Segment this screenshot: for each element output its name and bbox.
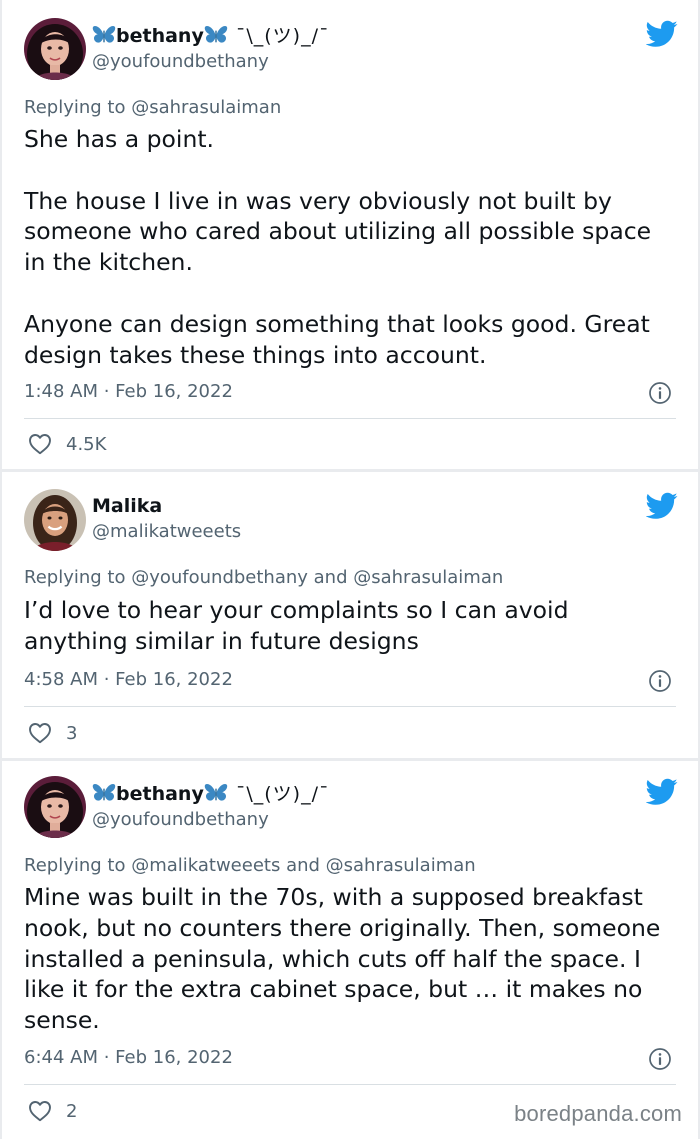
like-button[interactable]: 2	[28, 1098, 77, 1124]
divider	[24, 706, 676, 707]
tweet-card[interactable]: bethany ¯\_(ツ)_/¯ @youfoundbethany Replyi…	[2, 0, 698, 469]
tweet-paragraph: She has a point.	[24, 125, 215, 153]
heart-icon	[28, 1100, 52, 1122]
info-icon[interactable]	[648, 1047, 672, 1071]
twitter-bird-icon[interactable]	[646, 20, 678, 48]
info-icon[interactable]	[648, 669, 672, 693]
tweet-text: I’d love to hear your complaints so I ca…	[24, 595, 676, 657]
author-name[interactable]: bethany ¯\_(ツ)_/¯	[92, 782, 329, 806]
tweet-timestamp[interactable]: 1:48 AM · Feb 16, 2022	[24, 380, 233, 404]
avatar[interactable]	[24, 489, 86, 551]
tweet-text: Mine was built in the 70s, with a suppos…	[24, 882, 676, 1036]
avatar[interactable]	[24, 18, 86, 80]
display-name: bethany	[116, 25, 204, 47]
twitter-bird-icon[interactable]	[646, 492, 678, 520]
tweet-paragraph: Mine was built in the 70s, with a suppos…	[24, 883, 661, 1035]
heart-icon	[28, 722, 52, 744]
author-name[interactable]: bethany ¯\_(ツ)_/¯	[92, 24, 329, 48]
author-handle[interactable]: @youfoundbethany	[92, 50, 269, 74]
butterfly-icon	[204, 783, 228, 803]
divider	[24, 1084, 676, 1085]
tweet-text: She has a point. The house I live in was…	[24, 124, 676, 370]
watermark: boredpanda.com	[514, 1101, 682, 1126]
name-decoration: ¯\_(ツ)_/¯	[235, 783, 330, 805]
author-handle[interactable]: @malikatweeets	[92, 520, 241, 544]
author-name[interactable]: Malika	[92, 494, 162, 518]
replying-to[interactable]: Replying to @sahrasulaiman	[24, 96, 281, 120]
display-name: Malika	[92, 495, 163, 517]
replying-to[interactable]: Replying to @youfoundbethany and @sahras…	[24, 566, 503, 590]
twitter-bird-icon[interactable]	[646, 778, 678, 806]
display-name: bethany	[116, 783, 204, 805]
tweet-paragraph: I’d love to hear your complaints so I ca…	[24, 596, 569, 655]
tweet-timestamp[interactable]: 6:44 AM · Feb 16, 2022	[24, 1046, 233, 1070]
like-count: 2	[66, 1100, 78, 1122]
woman-dark-hair-avatar-icon	[24, 18, 86, 80]
info-icon[interactable]	[648, 381, 672, 405]
woman-dark-hair-avatar-icon	[24, 776, 86, 838]
tweet-feed: bethany ¯\_(ツ)_/¯ @youfoundbethany Replyi…	[0, 0, 700, 1139]
butterfly-icon	[92, 783, 116, 803]
heart-icon	[28, 433, 52, 455]
tweet-timestamp[interactable]: 4:58 AM · Feb 16, 2022	[24, 668, 233, 692]
avatar[interactable]	[24, 776, 86, 838]
woman-smiling-avatar-icon	[24, 489, 86, 551]
name-decoration: ¯\_(ツ)_/¯	[235, 25, 330, 47]
tweet-paragraph: The house I live in was very obviously n…	[24, 186, 652, 277]
divider	[24, 418, 676, 419]
like-count: 4.5K	[66, 433, 107, 455]
tweet-card[interactable]: Malika @malikatweeets Replying to @youfo…	[2, 472, 698, 758]
butterfly-icon	[204, 25, 228, 45]
tweet-paragraph: Anyone can design something that looks g…	[24, 309, 650, 369]
tweet-card[interactable]: bethany ¯\_(ツ)_/¯ @youfoundbethany Replyi…	[2, 761, 698, 1139]
like-button[interactable]: 3	[28, 720, 77, 746]
butterfly-icon	[92, 25, 116, 45]
author-handle[interactable]: @youfoundbethany	[92, 808, 269, 832]
like-count: 3	[66, 722, 78, 744]
replying-to[interactable]: Replying to @malikatweeets and @sahrasul…	[24, 854, 476, 878]
like-button[interactable]: 4.5K	[28, 431, 106, 457]
